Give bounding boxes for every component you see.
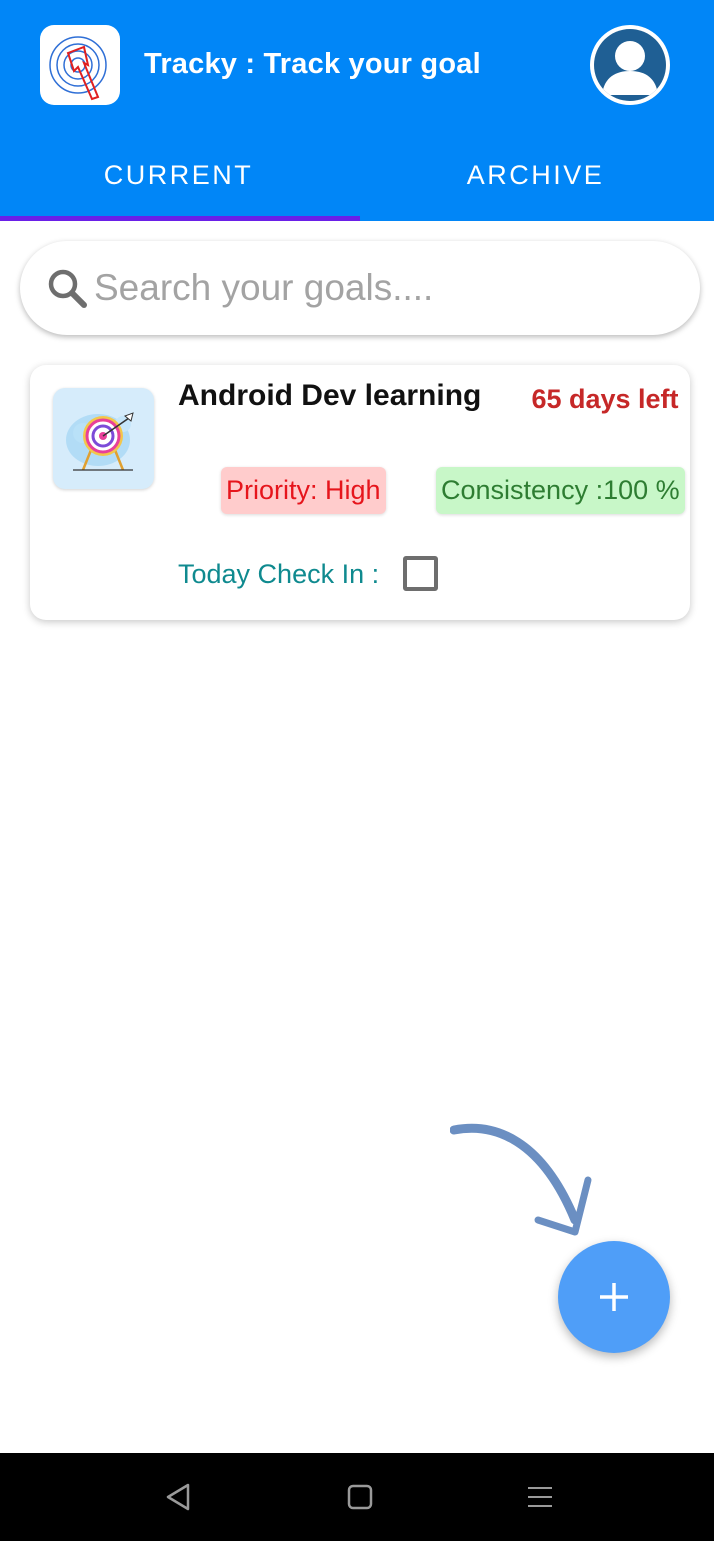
recents-icon[interactable] <box>524 1481 556 1513</box>
tab-archive-label: ARCHIVE <box>466 159 605 190</box>
priority-badge: Priority: High <box>221 467 386 514</box>
system-nav-bar <box>0 1453 714 1541</box>
app-logo-icon <box>40 25 120 105</box>
add-goal-button[interactable] <box>558 1241 670 1353</box>
app-title: Tracky : Track your goal <box>144 48 481 80</box>
search-bar <box>20 241 700 335</box>
user-avatar-icon <box>594 29 666 101</box>
days-left-label: 65 days left <box>531 384 679 414</box>
back-icon[interactable] <box>162 1481 194 1513</box>
checkin-checkbox[interactable] <box>403 556 438 591</box>
arrow-hint-icon <box>450 1123 592 1236</box>
checkin-label: Today Check In : <box>178 559 380 589</box>
search-input[interactable] <box>94 259 654 317</box>
tab-indicator <box>0 216 360 221</box>
goal-title: Android Dev learning <box>178 379 482 412</box>
app-header: Tracky : Track your goal CURRENT ARCHIVE <box>0 0 714 221</box>
tab-current-label: CURRENT <box>103 159 254 190</box>
tab-archive[interactable]: ARCHIVE <box>357 130 714 220</box>
home-icon[interactable] <box>344 1481 376 1513</box>
plus-icon <box>600 1283 628 1311</box>
tab-current[interactable]: CURRENT <box>0 130 357 220</box>
profile-avatar[interactable] <box>590 25 670 105</box>
consistency-badge: Consistency :100 % <box>436 467 685 514</box>
goal-card[interactable]: Android Dev learning 65 days left Priori… <box>30 365 690 620</box>
archery-target-icon <box>53 388 154 489</box>
search-icon <box>48 269 87 308</box>
